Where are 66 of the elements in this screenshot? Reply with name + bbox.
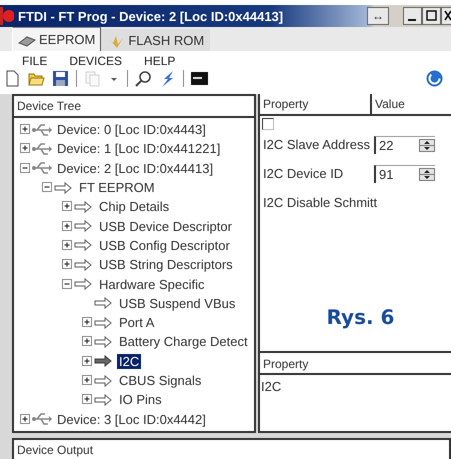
tree-item[interactable]: Port A: [117, 315, 156, 330]
menu-item[interactable]: HELP: [144, 55, 176, 68]
tree-item[interactable]: IO Pins: [117, 392, 164, 408]
description-text: I2C: [260, 378, 282, 394]
tree-item[interactable]: Device: 3 [Loc ID:0x4442]: [55, 412, 208, 427]
expand-icon[interactable]: [62, 220, 73, 232]
expand-icon[interactable]: [82, 317, 93, 328]
expand-icon[interactable]: [82, 336, 93, 348]
console-icon[interactable]: [191, 70, 208, 86]
expand-icon[interactable]: [62, 201, 73, 212]
collapse-icon[interactable]: [42, 182, 53, 194]
window-title: FTDI - FT Prog - Device: 2 [Loc ID:0x44413]: [18, 8, 284, 24]
expand-icon[interactable]: [62, 240, 73, 251]
tree-item[interactable]: Device: 1 [Loc ID:0x441221]: [55, 141, 222, 156]
app-logo-icon: [0, 7, 14, 25]
tree-item[interactable]: Hardware Specific: [97, 276, 206, 292]
tree-item[interactable]: USB Suspend VBus: [117, 296, 238, 311]
tree-item[interactable]: Device: 0 [Loc ID:0x4443]: [55, 122, 208, 138]
minimize-icon[interactable]: [403, 7, 422, 25]
spinner-arrows-icon: [419, 138, 435, 152]
tab[interactable]: FLASH ROM: [101, 29, 210, 51]
panel-header: Property: [260, 353, 451, 375]
save-icon[interactable]: [52, 70, 69, 86]
close-icon[interactable]: [441, 7, 451, 25]
usb-icon: [32, 160, 53, 176]
expand-icon[interactable]: [62, 259, 73, 270]
tree-item[interactable]: FT EEPROM: [77, 180, 157, 196]
figure-label: Rys. 6: [326, 305, 394, 329]
usb-icon: [32, 140, 53, 157]
expand-icon[interactable]: [82, 394, 93, 406]
help-icon[interactable]: [426, 70, 443, 86]
tree-item[interactable]: USB Device Descriptor: [97, 218, 234, 234]
usb-icon: [32, 122, 53, 138]
tree-item[interactable]: CBUS Signals: [117, 373, 204, 388]
property-label: I2C Slave Address: [263, 137, 371, 152]
collapse-icon[interactable]: [62, 278, 73, 290]
expand-icon[interactable]: [20, 124, 31, 136]
spin-field[interactable]: 91: [374, 164, 435, 182]
tree-item[interactable]: Battery Charge Detect: [117, 334, 250, 350]
new-file-icon[interactable]: [4, 70, 21, 86]
expand-icon[interactable]: [82, 375, 93, 386]
collapse-icon[interactable]: [20, 162, 31, 174]
expand-icon[interactable]: [82, 356, 93, 367]
spin-field[interactable]: 22: [374, 136, 435, 154]
usb-icon: [32, 411, 53, 428]
maximize-icon[interactable]: [422, 7, 441, 25]
resize-button[interactable]: ↔: [367, 7, 389, 25]
expand-icon[interactable]: [20, 143, 31, 154]
column-header: Value: [374, 96, 405, 113]
expand-icon[interactable]: [20, 414, 31, 425]
search-icon[interactable]: [135, 70, 152, 86]
tree-item[interactable]: Chip Details: [97, 199, 172, 214]
checkbox[interactable]: [262, 118, 274, 130]
panel-header: Device Tree: [14, 96, 254, 118]
tree-item[interactable]: USB Config Descriptor: [97, 238, 232, 253]
menu-item[interactable]: FILE: [22, 55, 48, 68]
spinner-arrows-icon: [419, 168, 435, 180]
tree-item[interactable]: Device: 2 [Loc ID:0x44413]: [55, 160, 216, 176]
tree-item[interactable]: I2C: [117, 354, 142, 369]
menu-item[interactable]: DEVICES: [69, 55, 122, 68]
property-label: I2C Device ID: [263, 166, 344, 181]
tab[interactable]: EEPROM: [12, 27, 102, 51]
column-header: Property: [260, 94, 372, 114]
lightning-icon[interactable]: [159, 70, 176, 86]
panel-header: Device Output: [12, 438, 451, 459]
tree-item[interactable]: USB String Descriptors: [97, 257, 235, 272]
